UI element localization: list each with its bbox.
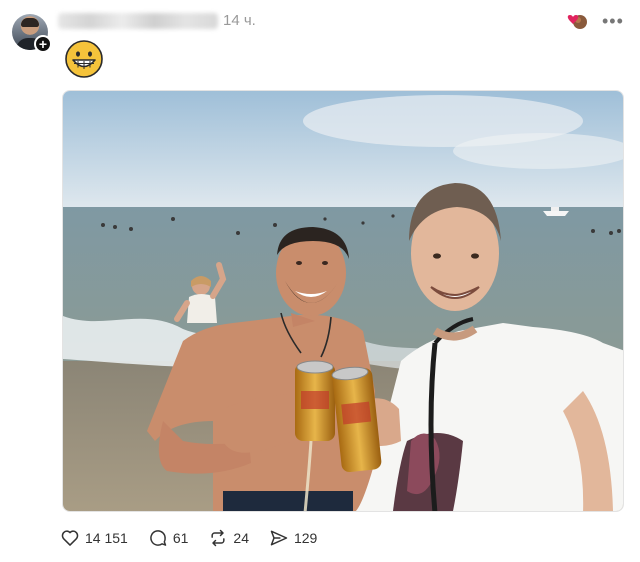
comment-bubble-icon xyxy=(150,530,167,546)
share-button[interactable]: 129 xyxy=(269,526,317,550)
repost-count: 24 xyxy=(233,530,249,546)
post-actions-bar: 14 151 61 24 129 xyxy=(60,526,337,550)
grinning-face-emoji xyxy=(65,40,103,78)
send-icon xyxy=(270,530,288,546)
more-options-icon[interactable]: ••• xyxy=(602,12,626,30)
reply-button[interactable]: 61 xyxy=(148,526,189,550)
heart-icon xyxy=(61,530,79,546)
like-count: 14 151 xyxy=(85,530,128,546)
username-blur-mask xyxy=(58,13,218,29)
beach-selfie-photo[interactable] xyxy=(62,90,624,512)
post-timestamp[interactable]: 14 ч. xyxy=(223,12,256,29)
avatar-hair xyxy=(21,18,39,27)
like-button[interactable]: 14 151 xyxy=(60,526,128,550)
author-username-blurred[interactable] xyxy=(58,9,222,33)
follow-plus-icon[interactable]: + xyxy=(34,35,52,53)
heart-reaction-icon[interactable] xyxy=(566,13,588,31)
repost-icon xyxy=(211,529,225,547)
share-count: 129 xyxy=(293,530,318,546)
repost-button[interactable]: 24 xyxy=(208,526,249,550)
reply-count: 61 xyxy=(172,530,189,546)
